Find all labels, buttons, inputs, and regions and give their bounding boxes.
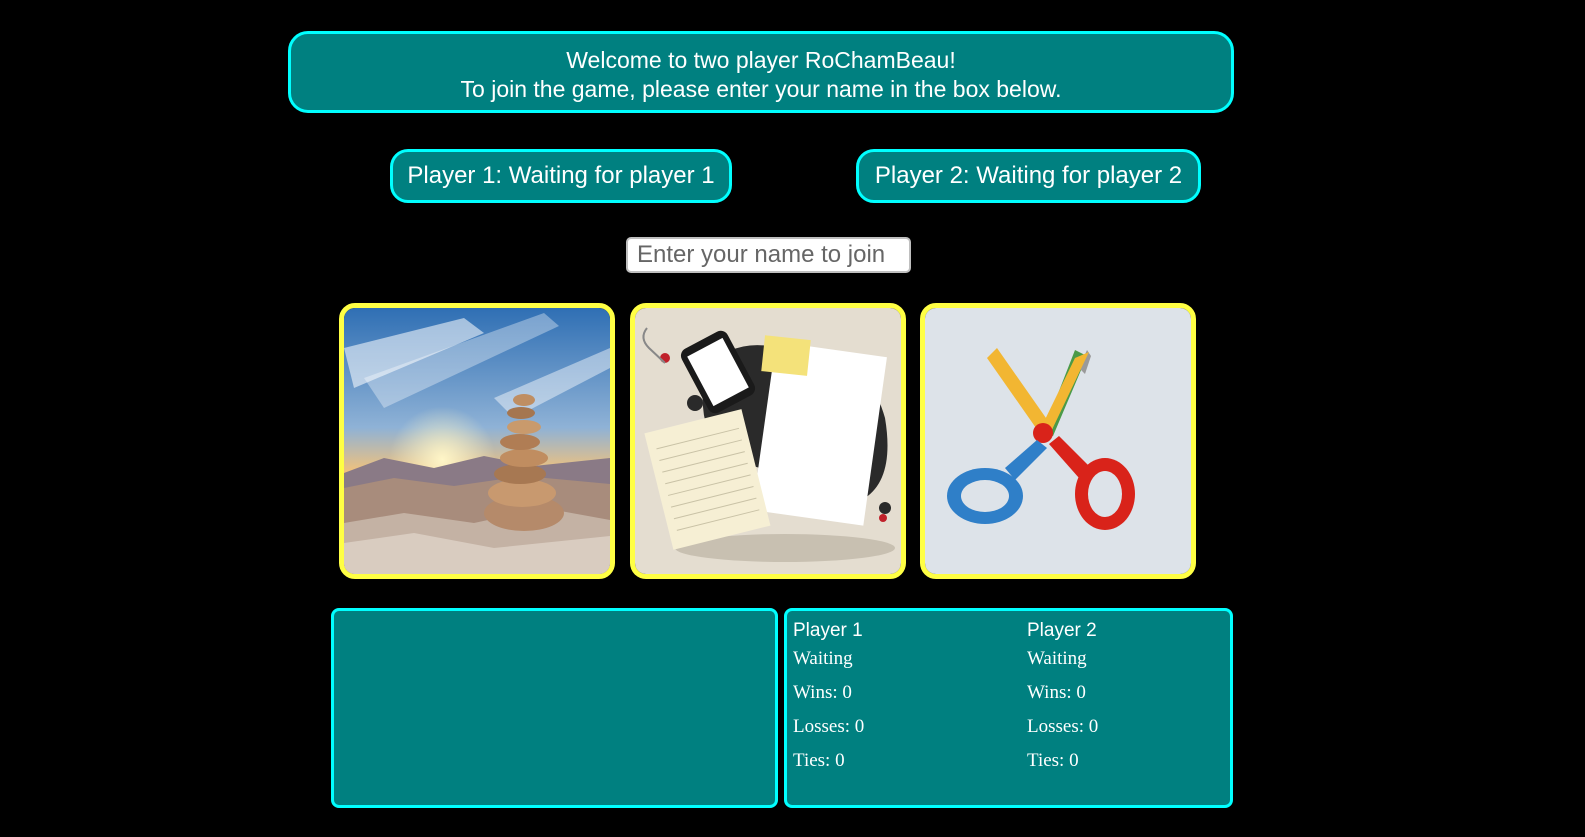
player-2-scores: Player 2 Waiting Wins: 0 Losses: 0 Ties:… [1027, 619, 1098, 783]
rock-image [344, 308, 610, 574]
player-1-wins: Wins: 0 [793, 682, 852, 703]
welcome-line-2: To join the game, please enter your name… [460, 76, 1062, 102]
welcome-banner: Welcome to two player RoChamBeau! To joi… [288, 31, 1234, 113]
scissors-choice[interactable] [920, 303, 1196, 579]
welcome-line-1: Welcome to two player RoChamBeau! [566, 47, 956, 73]
player-1-ties: Ties: 0 [793, 750, 845, 771]
game-page: Welcome to two player RoChamBeau! To joi… [0, 0, 1585, 837]
scissors-image [925, 308, 1191, 574]
player-2-losses: Losses: 0 [1027, 716, 1099, 737]
paper-choice[interactable] [630, 303, 906, 579]
paper-image [635, 308, 901, 574]
player-1-losses: Losses: 0 [793, 716, 865, 737]
player-2-state: Waiting [1027, 648, 1087, 669]
message-panel [331, 608, 778, 808]
player-2-wins: Wins: 0 [1027, 682, 1086, 703]
player-1-scores: Player 1 Waiting Wins: 0 Losses: 0 Ties:… [793, 619, 864, 783]
player-2-ties: Ties: 0 [1027, 750, 1079, 771]
player-2-title: Player 2 [1027, 620, 1097, 641]
name-input[interactable] [626, 237, 911, 273]
rock-choice[interactable] [339, 303, 615, 579]
player-2-status: Player 2: Waiting for player 2 [856, 149, 1201, 203]
player-1-status: Player 1: Waiting for player 1 [390, 149, 732, 203]
player-1-state: Waiting [793, 648, 853, 669]
player-1-title: Player 1 [793, 620, 863, 641]
scoreboard-panel: Player 1 Waiting Wins: 0 Losses: 0 Ties:… [784, 608, 1233, 808]
